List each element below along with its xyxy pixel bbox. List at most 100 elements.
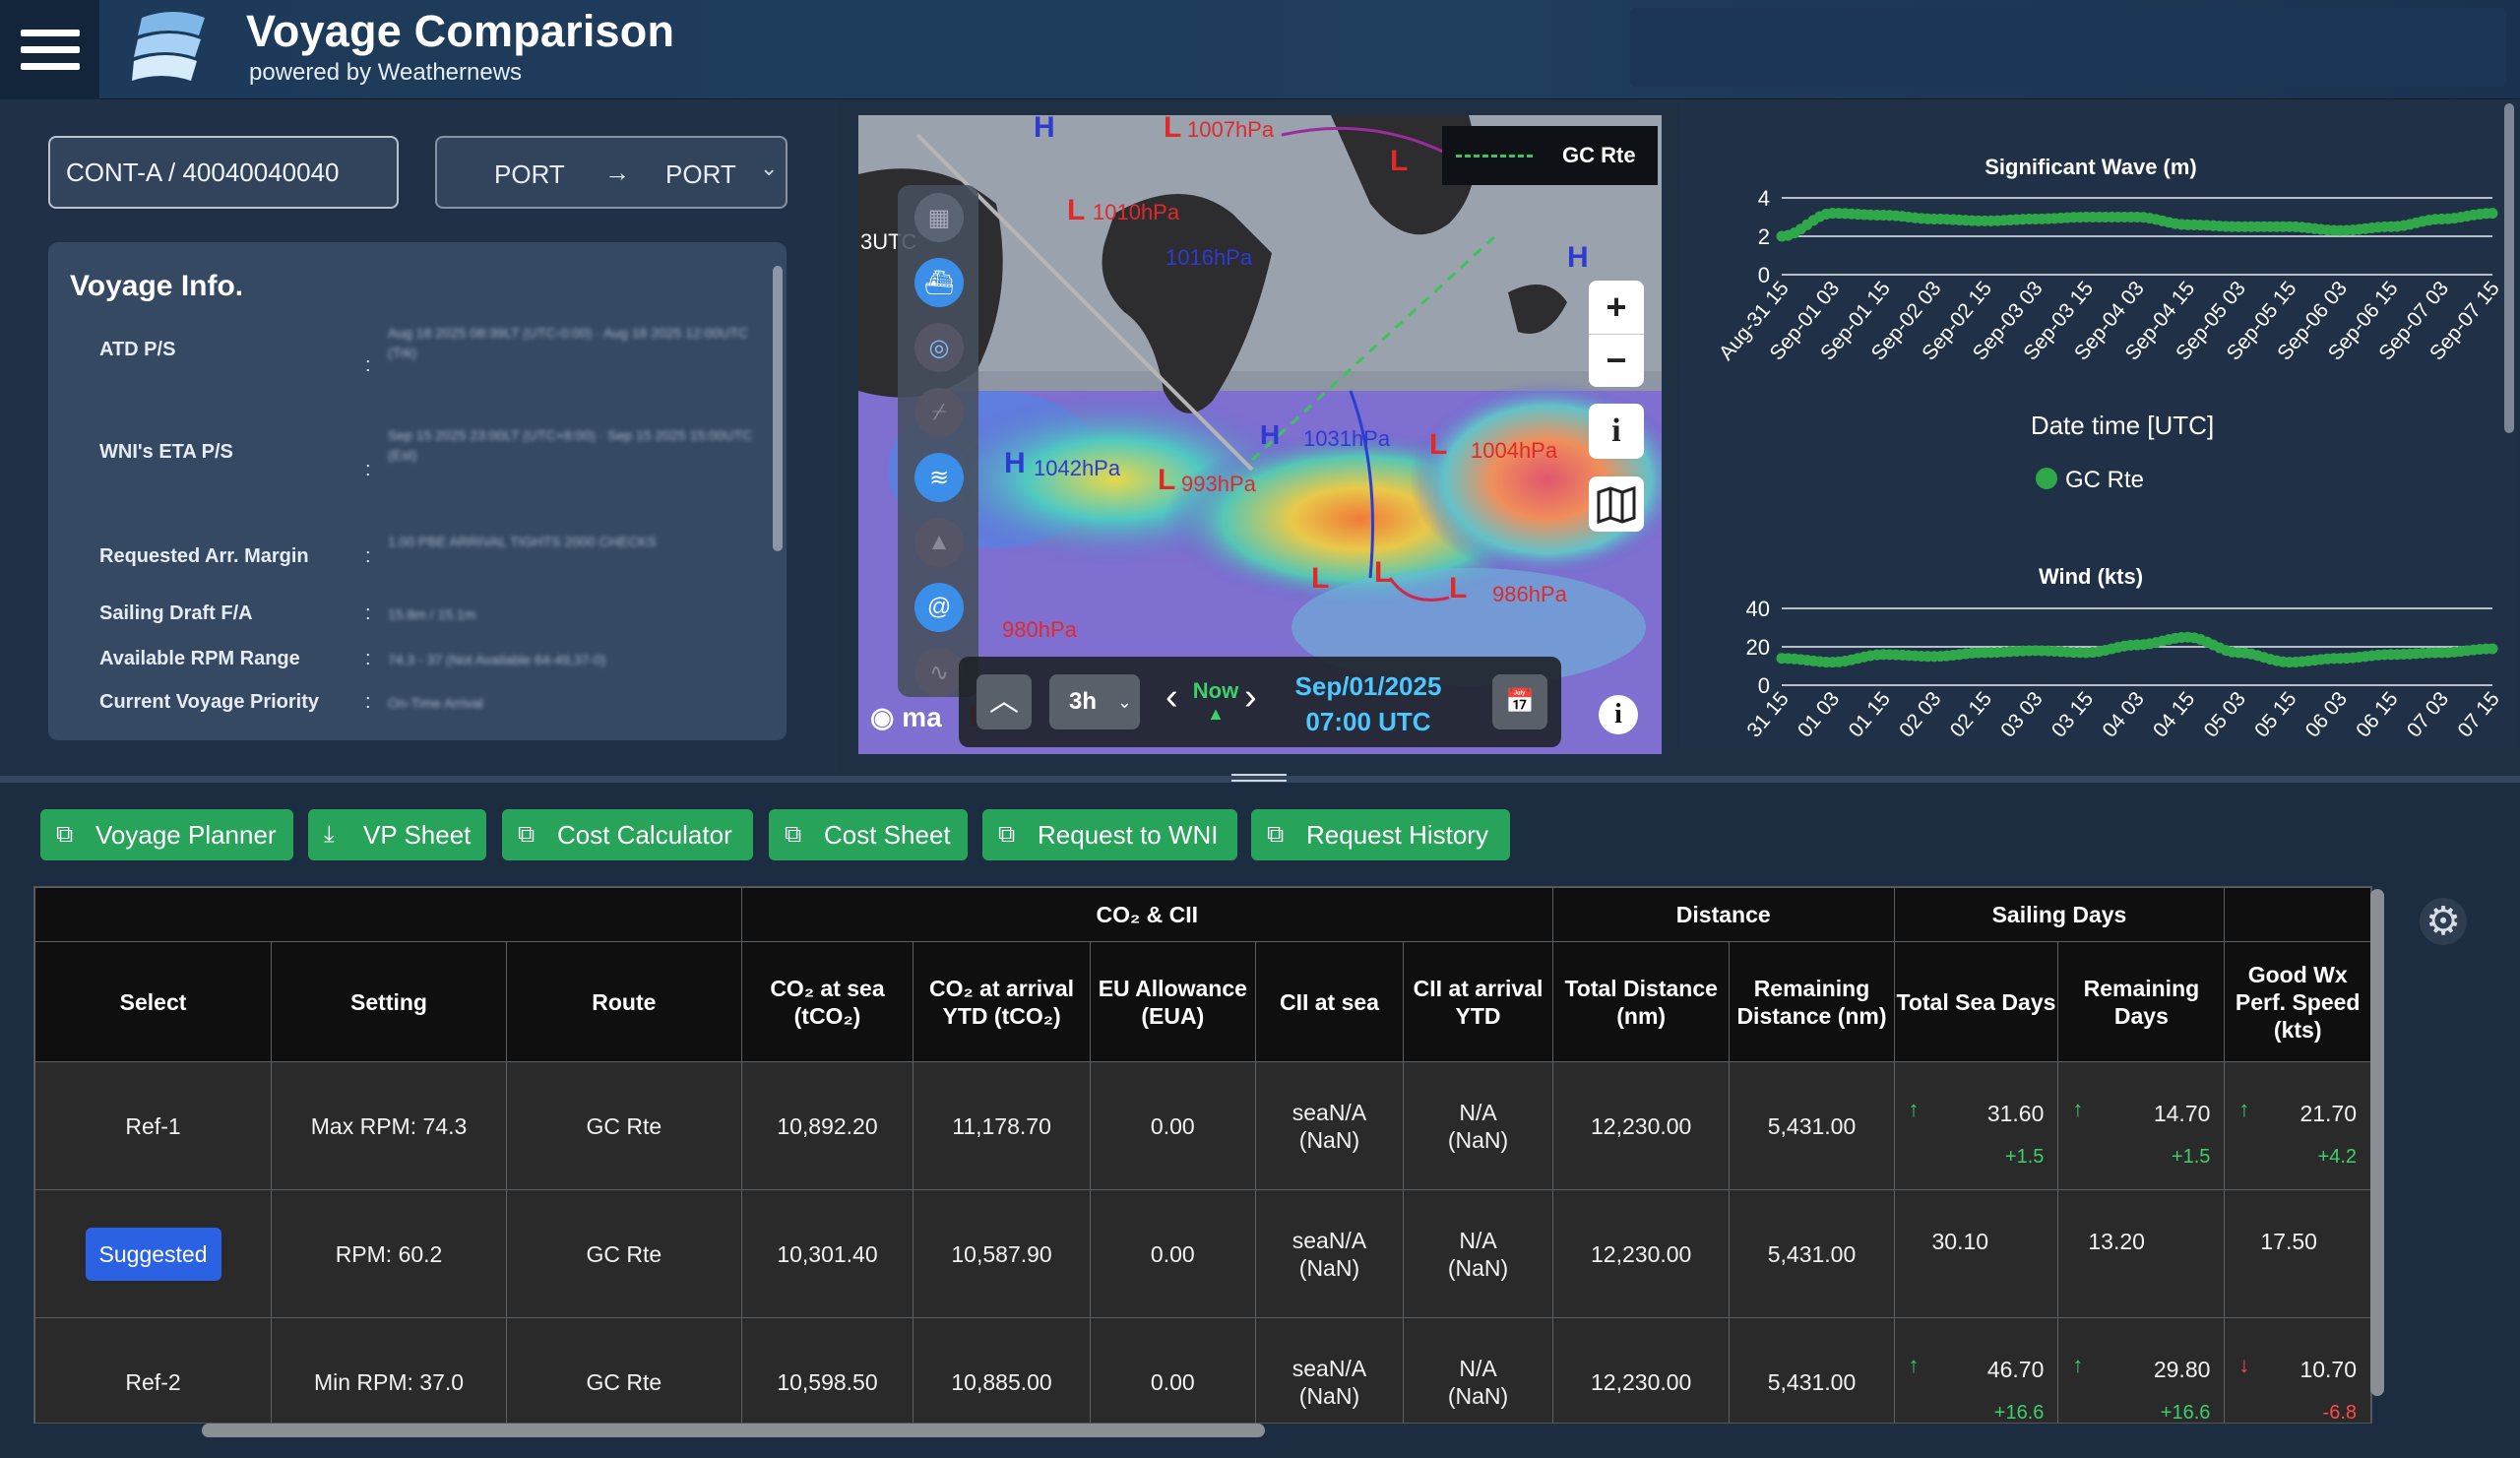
now-button[interactable]: Now ▲ [1187, 678, 1244, 728]
table-row[interactable]: Ref-2 Min RPM: 37.0 GC Rte 10,598.50 10,… [34, 1317, 2371, 1423]
col-perf-speed[interactable]: Good Wx Perf. Speed (kts) [2224, 941, 2371, 1062]
col-total-distance[interactable]: Total Distance (nm) [1551, 941, 1731, 1062]
wave-chart: 024Aug-31 15Sep-01 03Sep-01 15Sep-02 03S… [1715, 186, 2504, 364]
mapbox-logo-glyph: ◉ [870, 702, 903, 732]
grid-icon[interactable]: ▦ [914, 193, 964, 242]
sea-days-value: 31.60 [1986, 1101, 2045, 1126]
attribution-info-icon[interactable]: i [1599, 695, 1638, 734]
row-remaining-days: 13.20 [2057, 1189, 2226, 1318]
calendar-icon[interactable]: 📅 [1492, 674, 1547, 729]
row-cii-sea: seaN/A (NaN) [1254, 1317, 1405, 1423]
external-link-icon: ⧉ [1267, 821, 1285, 848]
row-route: GC Rte [505, 1061, 742, 1190]
splitter-handle[interactable] [1231, 780, 1287, 782]
request-history-label: Request History [1306, 820, 1488, 850]
pressure-high-marker: H [1567, 241, 1589, 274]
wind-barb-icon[interactable]: ⌿ [914, 388, 964, 437]
table-row[interactable]: Ref-1 Max RPM: 74.3 GC Rte 10,892.20 11,… [34, 1061, 2371, 1190]
table-horizontal-scrollbar[interactable] [202, 1424, 1265, 1437]
col-cii-sea[interactable]: CII at sea [1254, 941, 1405, 1062]
hamburger-menu-icon[interactable] [0, 0, 99, 99]
chart-layer-icon[interactable]: ▲ [914, 518, 964, 567]
pressure-label: 1004hPa [1471, 438, 1558, 463]
row-perf-speed: ↑ 21.70 +4.2 [2224, 1061, 2371, 1190]
download-icon: ⤓ [324, 821, 335, 848]
col-co2-ytd[interactable]: CO₂ at arrival YTD (tCO₂) [913, 941, 1091, 1062]
legend-swatch [2036, 468, 2057, 489]
sea-days-value: 30.10 [1931, 1229, 1989, 1254]
cost-calculator-button[interactable]: ⧉ Cost Calculator [502, 809, 753, 860]
row-perf-speed: 17.50 [2224, 1189, 2371, 1318]
voyage-info-scrollbar[interactable] [773, 266, 783, 551]
col-remaining-distance[interactable]: Remaining Distance (nm) [1729, 941, 1895, 1062]
suggested-button[interactable]: Suggested [85, 1227, 221, 1281]
chevron-right-icon[interactable]: › [1244, 676, 1257, 719]
time-step-select[interactable]: 3h ⌄ [1049, 674, 1140, 729]
y-tick-label: 2 [1758, 224, 1770, 249]
x-tick-label: 07 15 [2453, 687, 2503, 741]
weather-charts-panel: Significant Wave (m) 0 2 4 Aug-31 15 Sep-01 … [1679, 99, 2516, 749]
col-select[interactable]: Select [34, 941, 273, 1062]
col-eua[interactable]: EU Allowance (EUA) [1089, 941, 1256, 1062]
vessel-select-input[interactable]: CONT-A / 40040040040 [48, 136, 399, 209]
chevron-up-icon[interactable]: ︿ [976, 674, 1032, 729]
ship-icon[interactable]: ⛴ [914, 258, 964, 307]
row-route: GC Rte [505, 1189, 742, 1318]
x-axis-title: Date time [UTC] [2031, 411, 2214, 440]
x-tick-label: 05 03 [2200, 687, 2250, 741]
col-co2-sea[interactable]: CO₂ at sea (tCO₂) [740, 941, 914, 1062]
row-remaining-days: ↑ 29.80 +16.6 [2057, 1317, 2226, 1423]
table-vertical-scrollbar[interactable] [2370, 889, 2384, 1396]
pressure-high-marker: H [1260, 419, 1280, 450]
chevron-left-icon[interactable]: ‹ [1166, 676, 1178, 719]
row-remaining-distance: 5,431.00 [1729, 1189, 1895, 1318]
pressure-low-marker: L [1374, 556, 1392, 589]
pressure-label: 993hPa [1181, 472, 1257, 496]
vp-sheet-button[interactable]: ⤓ VP Sheet [308, 809, 486, 860]
arr-margin-label: Requested Arr. Margin [99, 545, 309, 567]
current-icon[interactable]: ∿ [914, 648, 964, 697]
col-route[interactable]: Route [505, 941, 742, 1062]
cost-sheet-button[interactable]: ⧉ Cost Sheet [769, 809, 968, 860]
col-cii-ytd[interactable]: CII at arrival YTD [1403, 941, 1553, 1062]
pressure-low-marker: L [1158, 464, 1175, 496]
table-row[interactable]: Suggested RPM: 60.2 GC Rte 10,301.40 10,… [34, 1189, 2371, 1318]
x-tick-label: 02 03 [1895, 687, 1945, 741]
row-sea-days: 30.10 [1893, 1189, 2059, 1318]
departure-port: PORT [494, 159, 565, 189]
x-tick-label: 04 15 [2149, 687, 2199, 741]
priority-label: Current Voyage Priority [99, 691, 320, 713]
voyage-planner-label: Voyage Planner [95, 820, 277, 850]
data-point [2487, 208, 2498, 220]
wave-icon[interactable]: ≋ [914, 453, 964, 502]
voyage-planner-button[interactable]: ⧉ Voyage Planner [40, 809, 293, 860]
col-setting[interactable]: Setting [271, 941, 507, 1062]
col-total-sea-days[interactable]: Total Sea Days [1893, 941, 2059, 1062]
radar-icon[interactable]: ◎ [914, 323, 964, 372]
external-link-icon: ⧉ [998, 821, 1016, 848]
zoom-in-icon[interactable]: + [1589, 281, 1644, 334]
splitter-handle[interactable] [1231, 774, 1287, 776]
row-total-distance: 12,230.00 [1551, 1317, 1731, 1423]
row-eua: 0.00 [1089, 1317, 1256, 1423]
rpm-range-value: 74.3 - 37 (Not Available 64-49,37-0) [388, 652, 606, 667]
row-cii-sea: seaN/A (NaN) [1254, 1061, 1405, 1190]
cyclone-icon[interactable]: @ [914, 583, 964, 632]
group-header-co2: CO₂ & CII [740, 887, 1553, 942]
pressure-label: 1007hPa [1187, 117, 1275, 142]
eta-label: WNI's ETA P/S [99, 441, 233, 463]
request-to-wni-button[interactable]: ⧉ Request to WNI [982, 809, 1237, 860]
col-remaining-days[interactable]: Remaining Days [2057, 941, 2226, 1062]
comparison-table: CO₂ & CII Distance Sailing Days Select S… [33, 886, 2372, 1424]
request-history-button[interactable]: ⧉ Request History [1251, 809, 1510, 860]
zoom-out-icon[interactable]: − [1589, 334, 1644, 387]
gear-icon[interactable]: ⚙ [2420, 898, 2467, 945]
map-info-icon[interactable]: i [1589, 404, 1644, 459]
route-port-select[interactable]: PORT → PORT ⌄ [435, 136, 788, 209]
row-sea-days: ↑ 31.60 +1.5 [1893, 1061, 2059, 1190]
map-layers-icon[interactable] [1589, 476, 1644, 532]
app-subtitle: powered by Weathernews [249, 59, 523, 86]
charts-scrollbar[interactable] [2504, 103, 2514, 433]
wind-chart: 0 20 40 31 15 01 03 01 15 02 03 02 15 03 03 03 15… [1742, 597, 2503, 741]
row-route: GC Rte [505, 1317, 742, 1423]
